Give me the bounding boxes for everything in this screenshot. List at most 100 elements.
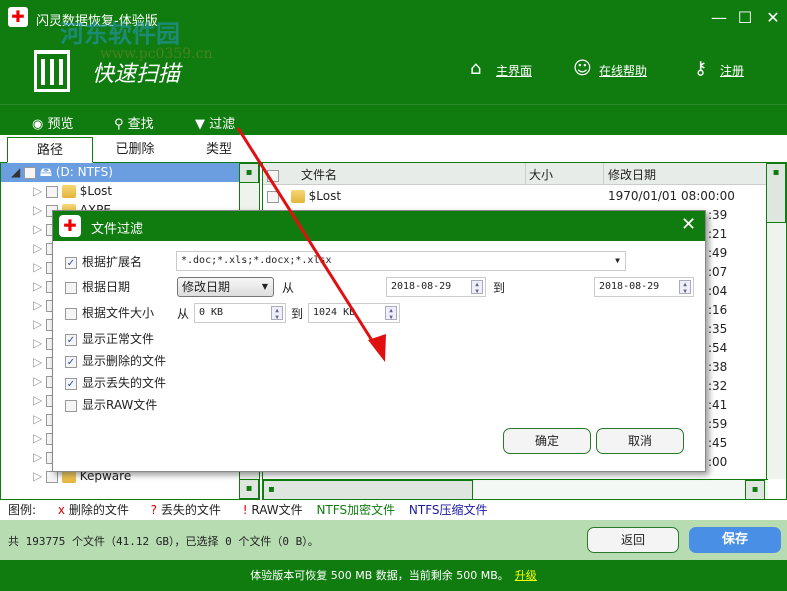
- show-deleted-checkbox[interactable]: 显示删除的文件: [65, 352, 166, 369]
- file-date: :38: [708, 360, 728, 374]
- col-size[interactable]: 大小: [529, 166, 553, 183]
- ok-button[interactable]: 确定: [503, 428, 591, 454]
- show-lost-label: 显示丢失的文件: [82, 376, 167, 390]
- show-normal-checkbox[interactable]: 显示正常文件: [65, 330, 154, 347]
- hscroll-handle[interactable]: ▪: [263, 480, 473, 500]
- date-from-value: 2018-08-29: [391, 281, 452, 292]
- extension-value: *.doc;*.xls;*.docx;*.xlsx: [181, 255, 332, 266]
- col-date[interactable]: 修改日期: [608, 166, 656, 183]
- tab-type[interactable]: 类型: [176, 137, 262, 163]
- maximize-button[interactable]: ☐: [734, 8, 756, 27]
- register-link[interactable]: 注册: [720, 62, 744, 79]
- legend-encrypted: NTFS加密文件: [316, 503, 396, 517]
- size-from-input[interactable]: 0 KB ▲ ▼: [194, 303, 286, 323]
- deleted-icon: x: [57, 503, 65, 517]
- tree-root[interactable]: ◢ 🖴 (D: NTFS): [1, 163, 239, 182]
- app-logo-icon: ✚: [59, 215, 81, 237]
- file-date: :45: [708, 436, 728, 450]
- support-icon: ☺: [573, 58, 592, 79]
- by-date-checkbox[interactable]: 根据日期: [65, 278, 130, 295]
- lost-icon: ?: [150, 503, 158, 517]
- by-extension-checkbox[interactable]: 根据扩展名: [65, 253, 142, 270]
- cancel-button[interactable]: 取消: [596, 428, 684, 454]
- date-to-label: 到: [493, 281, 506, 295]
- key-icon: ⚷: [694, 58, 708, 79]
- file-date: :04: [708, 284, 728, 298]
- expand-icon[interactable]: ▷: [33, 431, 42, 445]
- by-size-checkbox[interactable]: 根据文件大小: [65, 304, 154, 321]
- date-to-value: 2018-08-29: [599, 281, 660, 292]
- checkbox[interactable]: [267, 190, 279, 203]
- list-hscrollbar[interactable]: ▪ ▪: [263, 479, 768, 500]
- back-button[interactable]: 返回: [587, 527, 679, 553]
- close-icon[interactable]: ✕: [681, 214, 696, 235]
- expand-icon[interactable]: ▷: [33, 450, 42, 464]
- expand-icon[interactable]: ▷: [33, 241, 42, 255]
- filter-button[interactable]: ▼ 过滤: [195, 113, 235, 132]
- file-date: :39: [708, 208, 728, 222]
- expand-icon[interactable]: ▷: [33, 279, 42, 293]
- search-icon: ⚲: [114, 117, 124, 132]
- expand-icon[interactable]: ▷: [33, 260, 42, 274]
- expand-icon[interactable]: ▷: [33, 317, 42, 331]
- expand-icon[interactable]: ▷: [33, 298, 42, 312]
- size-from-value: 0 KB: [199, 307, 224, 318]
- date-type-select[interactable]: 修改日期 ▼: [177, 277, 274, 297]
- select-all-checkbox[interactable]: [267, 169, 279, 182]
- date-from-input[interactable]: 2018-08-29 ▲ ▼: [386, 277, 486, 297]
- upgrade-link[interactable]: 升级: [515, 569, 537, 582]
- checkbox[interactable]: [46, 185, 59, 198]
- tab-deleted[interactable]: 已删除: [92, 137, 178, 163]
- expand-icon[interactable]: ▷: [33, 222, 42, 236]
- hscroll-button[interactable]: ▪: [745, 480, 765, 500]
- checkbox[interactable]: [46, 470, 59, 483]
- table-row[interactable]: $Lost 1970/01/01 08:00:00: [263, 187, 768, 206]
- file-date: :41: [708, 398, 728, 412]
- expand-icon[interactable]: ▷: [33, 203, 42, 217]
- file-date: :21: [708, 227, 728, 241]
- help-link[interactable]: 在线帮助: [599, 62, 647, 79]
- show-deleted-label: 显示删除的文件: [82, 354, 167, 368]
- eye-icon: ◉: [32, 117, 44, 132]
- expand-icon[interactable]: ▷: [33, 184, 42, 198]
- tree-item[interactable]: ▷ $Lost: [1, 182, 239, 201]
- col-name[interactable]: 文件名: [301, 166, 337, 183]
- scroll-handle[interactable]: ▪: [239, 163, 259, 183]
- spinner[interactable]: ▲ ▼: [679, 280, 691, 295]
- close-button[interactable]: ✕: [762, 8, 784, 27]
- expand-icon[interactable]: ▷: [33, 374, 42, 388]
- file-date: :35: [708, 322, 728, 336]
- spinner[interactable]: ▲ ▼: [471, 280, 483, 295]
- scroll-handle[interactable]: ▪: [766, 163, 786, 223]
- minimize-button[interactable]: —: [708, 8, 730, 27]
- trial-text: 体验版本可恢复 500 MB 数据，当前剩余 500 MB。: [250, 569, 509, 582]
- spinner[interactable]: ▲ ▼: [271, 306, 283, 321]
- date-type-value: 修改日期: [182, 280, 231, 294]
- size-to-input[interactable]: 1024 KB ▲ ▼: [308, 303, 400, 323]
- show-raw-checkbox[interactable]: 显示RAW文件: [65, 396, 157, 413]
- filter-icon: ▼: [195, 117, 205, 132]
- trash-icon: [34, 50, 70, 92]
- expand-icon[interactable]: ▷: [33, 355, 42, 369]
- list-scrollbar[interactable]: ▪: [766, 163, 786, 479]
- date-to-input[interactable]: 2018-08-29 ▲ ▼: [594, 277, 694, 297]
- expand-icon[interactable]: ▷: [33, 412, 42, 426]
- show-lost-checkbox[interactable]: 显示丢失的文件: [65, 374, 166, 391]
- file-date: :54: [708, 341, 728, 355]
- spinner[interactable]: ▲ ▼: [385, 306, 397, 321]
- preview-button[interactable]: ◉ 预览: [32, 113, 74, 132]
- legend-compressed: NTFS压缩文件: [408, 503, 488, 517]
- tab-path[interactable]: 路径: [7, 137, 93, 163]
- save-button[interactable]: 保存: [689, 527, 781, 553]
- show-raw-label: 显示RAW文件: [82, 398, 158, 412]
- home-link[interactable]: 主界面: [496, 62, 532, 79]
- expand-icon[interactable]: ▷: [33, 393, 42, 407]
- extension-input[interactable]: *.doc;*.xls;*.docx;*.xlsx ▼: [176, 251, 626, 271]
- find-button[interactable]: ⚲ 查找: [114, 113, 154, 132]
- expand-icon[interactable]: ▷: [33, 469, 42, 483]
- show-normal-label: 显示正常文件: [82, 332, 155, 346]
- chevron-down-icon: ▼: [615, 256, 620, 265]
- expand-icon[interactable]: ▷: [33, 336, 42, 350]
- checkbox[interactable]: [24, 166, 37, 179]
- scroll-corner[interactable]: ▪: [239, 479, 259, 499]
